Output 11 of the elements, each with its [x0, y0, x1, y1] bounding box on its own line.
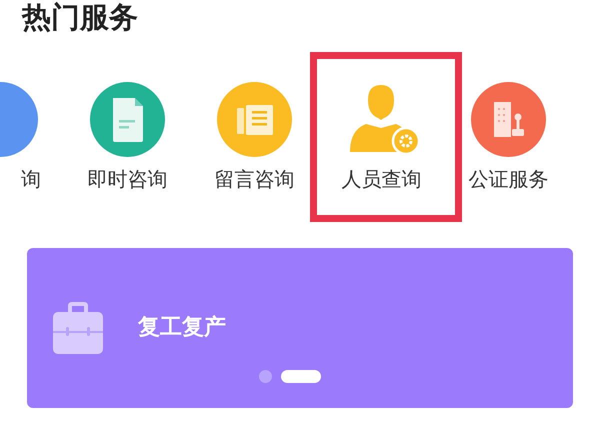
building-stamp-icon[interactable]	[471, 82, 546, 157]
service-label[interactable]: 即时咨询	[88, 166, 168, 192]
banner-title: 复工复产	[138, 314, 226, 342]
service-label[interactable]: 留言咨询	[214, 166, 294, 192]
service-label[interactable]: 询	[21, 166, 41, 192]
briefcase-icon	[53, 300, 103, 354]
service-label[interactable]: 公证服务	[468, 166, 548, 192]
section-title: 热门服务	[22, 0, 138, 34]
service-label[interactable]: 人员查询	[342, 166, 422, 192]
document-icon[interactable]	[90, 82, 165, 157]
notebook-icon[interactable]	[217, 82, 292, 157]
